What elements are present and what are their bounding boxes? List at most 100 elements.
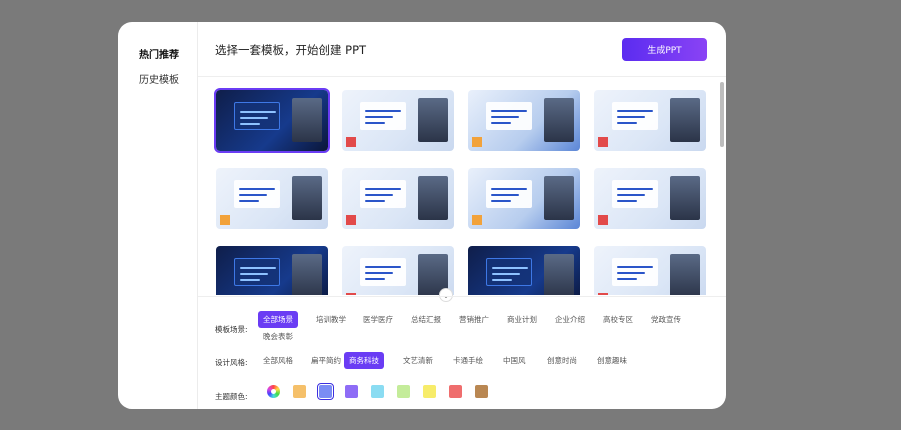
thumbnail-text-line <box>365 266 401 268</box>
thumbnail-text-line <box>239 188 275 190</box>
thumbnail-text-line <box>617 110 653 112</box>
color-swatch[interactable] <box>317 383 334 400</box>
thumbnail-text-line <box>365 188 401 190</box>
template-thumbnail[interactable] <box>214 88 330 153</box>
thumbnail-title-card <box>612 102 658 130</box>
template-thumbnail[interactable] <box>216 168 328 229</box>
generate-ppt-button[interactable]: 生成PPT <box>622 38 707 61</box>
color-swatch[interactable] <box>475 385 488 398</box>
style-filter-chip[interactable]: 全部风格 <box>258 352 298 369</box>
thumbnail-title-card <box>234 258 280 286</box>
thumbnail-photo <box>544 176 574 220</box>
thumbnail-accent <box>598 293 608 295</box>
thumbnail-text-line <box>240 267 276 269</box>
template-thumbnail[interactable] <box>342 246 454 295</box>
template-thumbnail[interactable] <box>594 168 706 229</box>
thumbnail-text-line <box>365 272 393 274</box>
scene-filter-chip[interactable]: 企业介绍 <box>550 311 590 328</box>
thumbnail-text-line <box>492 279 512 281</box>
thumbnail-text-line <box>365 194 393 196</box>
thumbnail-accent <box>472 215 482 225</box>
style-filter-chip[interactable]: 商务科技 <box>344 352 384 369</box>
thumbnail-title-card <box>612 258 658 286</box>
style-filter-chip[interactable]: 创意时尚 <box>542 352 582 369</box>
scene-filter-chip[interactable]: 总结汇报 <box>406 311 446 328</box>
color-wheel-icon[interactable] <box>267 385 280 398</box>
thumbnail-photo <box>418 176 448 220</box>
template-thumbnail[interactable] <box>468 246 580 295</box>
thumbnail-text-line <box>240 117 268 119</box>
thumbnail-accent <box>598 137 608 147</box>
thumbnail-photo <box>670 254 700 295</box>
thumbnail-photo <box>544 98 574 142</box>
scene-filter-label: 模板场景: <box>215 325 248 334</box>
thumbnail-title-card <box>360 102 406 130</box>
thumbnail-title-card <box>612 180 658 208</box>
template-grid <box>198 78 726 295</box>
thumbnail-text-line <box>617 278 637 280</box>
color-swatch[interactable] <box>371 385 384 398</box>
template-thumbnail[interactable] <box>342 168 454 229</box>
style-filter-chip[interactable]: 卡通手绘 <box>448 352 488 369</box>
thumbnail-title-card <box>486 180 532 208</box>
thumbnail-text-line <box>240 111 276 113</box>
thumbnail-text-line <box>365 200 385 202</box>
thumbnail-text-line <box>491 110 527 112</box>
scrollbar[interactable] <box>720 82 724 147</box>
thumbnail-accent <box>346 137 356 147</box>
scene-filter-chip[interactable]: 高校专区 <box>598 311 638 328</box>
thumbnail-title-card <box>360 258 406 286</box>
thumbnail-accent <box>472 137 482 147</box>
thumbnail-title-card <box>234 102 280 130</box>
sidebar-item-hot[interactable]: 热门推荐 <box>139 46 179 61</box>
thumbnail-photo <box>292 98 322 142</box>
style-filter-chip[interactable]: 创意趣味 <box>592 352 632 369</box>
color-swatch[interactable] <box>449 385 462 398</box>
thumbnail-text-line <box>240 123 260 125</box>
thumbnail-text-line <box>239 200 259 202</box>
thumbnail-accent <box>346 215 356 225</box>
scene-filter-chip[interactable]: 培训教学 <box>311 311 351 328</box>
thumbnail-photo <box>544 254 574 295</box>
thumbnail-text-line <box>617 116 645 118</box>
thumbnail-title-card <box>360 180 406 208</box>
thumbnail-photo <box>292 254 322 295</box>
template-thumbnail[interactable] <box>594 246 706 295</box>
template-thumbnail[interactable] <box>594 90 706 151</box>
thumbnail-text-line <box>240 279 260 281</box>
template-thumbnail[interactable] <box>342 90 454 151</box>
thumbnail-text-line <box>491 188 527 190</box>
thumbnail-text-line <box>492 273 520 275</box>
color-filter-label: 主题颜色: <box>215 392 248 401</box>
template-modal: 热门推荐 历史模板 选择一套模板，开始创建 PPT 生成PPT ⌄ 模板场景: … <box>118 22 726 409</box>
template-thumbnail[interactable] <box>468 168 580 229</box>
style-filter-chip[interactable]: 中国风 <box>498 352 531 369</box>
thumbnail-accent <box>220 215 230 225</box>
color-swatch[interactable] <box>423 385 436 398</box>
thumbnail-text-line <box>365 122 385 124</box>
color-swatch[interactable] <box>345 385 358 398</box>
thumbnail-text-line <box>365 116 393 118</box>
thumbnail-photo <box>418 98 448 142</box>
scene-filter-chip[interactable]: 晚会表彰 <box>258 328 298 345</box>
scene-filter-chip[interactable]: 商业计划 <box>502 311 542 328</box>
template-thumbnail[interactable] <box>468 90 580 151</box>
thumbnail-title-card <box>486 102 532 130</box>
color-swatch[interactable] <box>397 385 410 398</box>
sidebar: 热门推荐 历史模板 <box>118 22 198 409</box>
style-filter-chip[interactable]: 文艺清新 <box>398 352 438 369</box>
style-filter-chip[interactable]: 扁平简约 <box>306 352 346 369</box>
scene-filter-chip[interactable]: 党政宣传 <box>646 311 686 328</box>
sidebar-item-history[interactable]: 历史模板 <box>139 71 179 86</box>
color-swatch[interactable] <box>293 385 306 398</box>
style-filter-label: 设计风格: <box>215 358 248 367</box>
thumbnail-text-line <box>617 200 637 202</box>
thumbnail-photo <box>670 176 700 220</box>
scene-filter-chip[interactable]: 营销推广 <box>454 311 494 328</box>
thumbnail-title-card <box>234 180 280 208</box>
template-thumbnail[interactable] <box>216 246 328 295</box>
scene-filter-chip[interactable]: 医学医疗 <box>358 311 398 328</box>
scene-filter-chip[interactable]: 全部场景 <box>258 311 298 328</box>
thumbnail-text-line <box>617 272 645 274</box>
thumbnail-text-line <box>617 194 645 196</box>
